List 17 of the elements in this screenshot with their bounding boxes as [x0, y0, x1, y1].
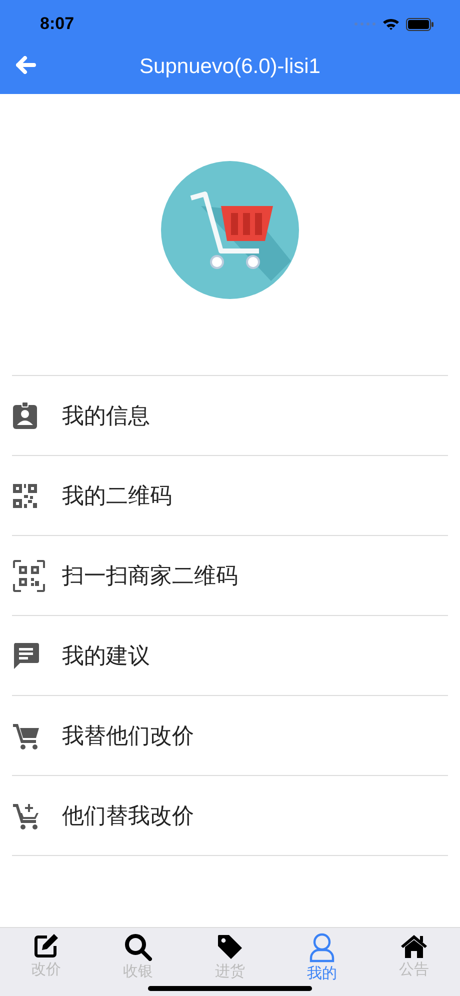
cart-icon	[12, 722, 40, 750]
screen-title: Supnuevo(6.0)-lisi1	[140, 55, 320, 79]
qr-code-icon	[12, 482, 38, 508]
home-icon	[400, 933, 428, 959]
message-icon	[12, 642, 40, 670]
wifi-icon	[382, 17, 400, 31]
search-icon	[124, 933, 152, 961]
user-icon	[309, 933, 335, 963]
qr-scan-icon	[12, 558, 46, 592]
signal-icon	[354, 22, 376, 26]
battery-icon	[406, 18, 434, 30]
edit-icon	[33, 933, 59, 959]
tag-icon	[216, 933, 244, 961]
id-badge-icon	[12, 402, 38, 430]
cart-plus-icon	[12, 802, 40, 830]
back-arrow-icon	[16, 56, 36, 74]
status-time: 8:07	[40, 14, 74, 34]
